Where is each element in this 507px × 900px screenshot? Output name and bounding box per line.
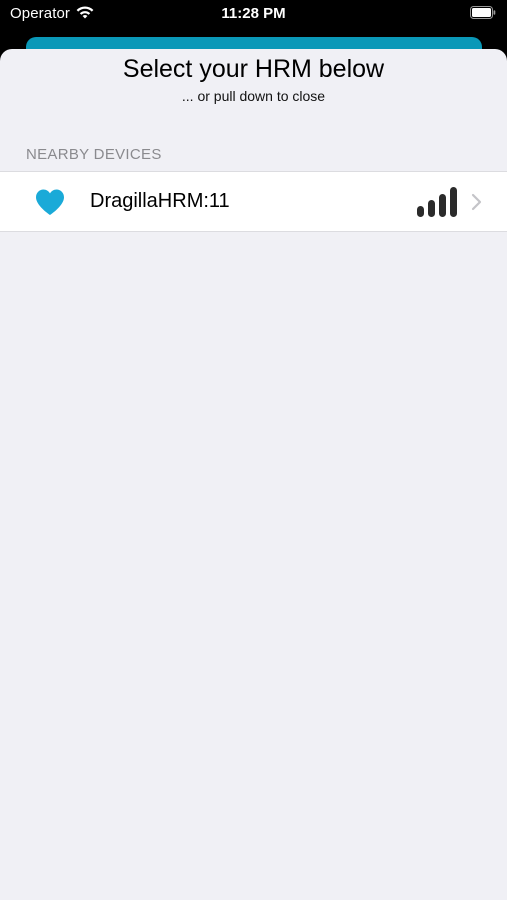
battery-icon bbox=[470, 6, 496, 19]
signal-strength-icon bbox=[417, 187, 457, 217]
status-time: 11:28 PM bbox=[221, 5, 286, 22]
page-subtitle: ... or pull down to close bbox=[181, 88, 326, 104]
hrm-picker-sheet[interactable]: Select your HRM below ... or pull down t… bbox=[0, 49, 507, 900]
status-bar: Operator 11:28 PM bbox=[0, 0, 507, 30]
heart-icon bbox=[36, 189, 64, 215]
device-name: DragillaHRM:11 bbox=[90, 190, 230, 212]
section-header-nearby-devices: NEARBY DEVICES bbox=[26, 146, 162, 163]
device-row[interactable]: DragillaHRM:11 bbox=[0, 171, 507, 232]
chevron-right-icon bbox=[471, 193, 482, 211]
page-title: Select your HRM below bbox=[122, 55, 385, 83]
